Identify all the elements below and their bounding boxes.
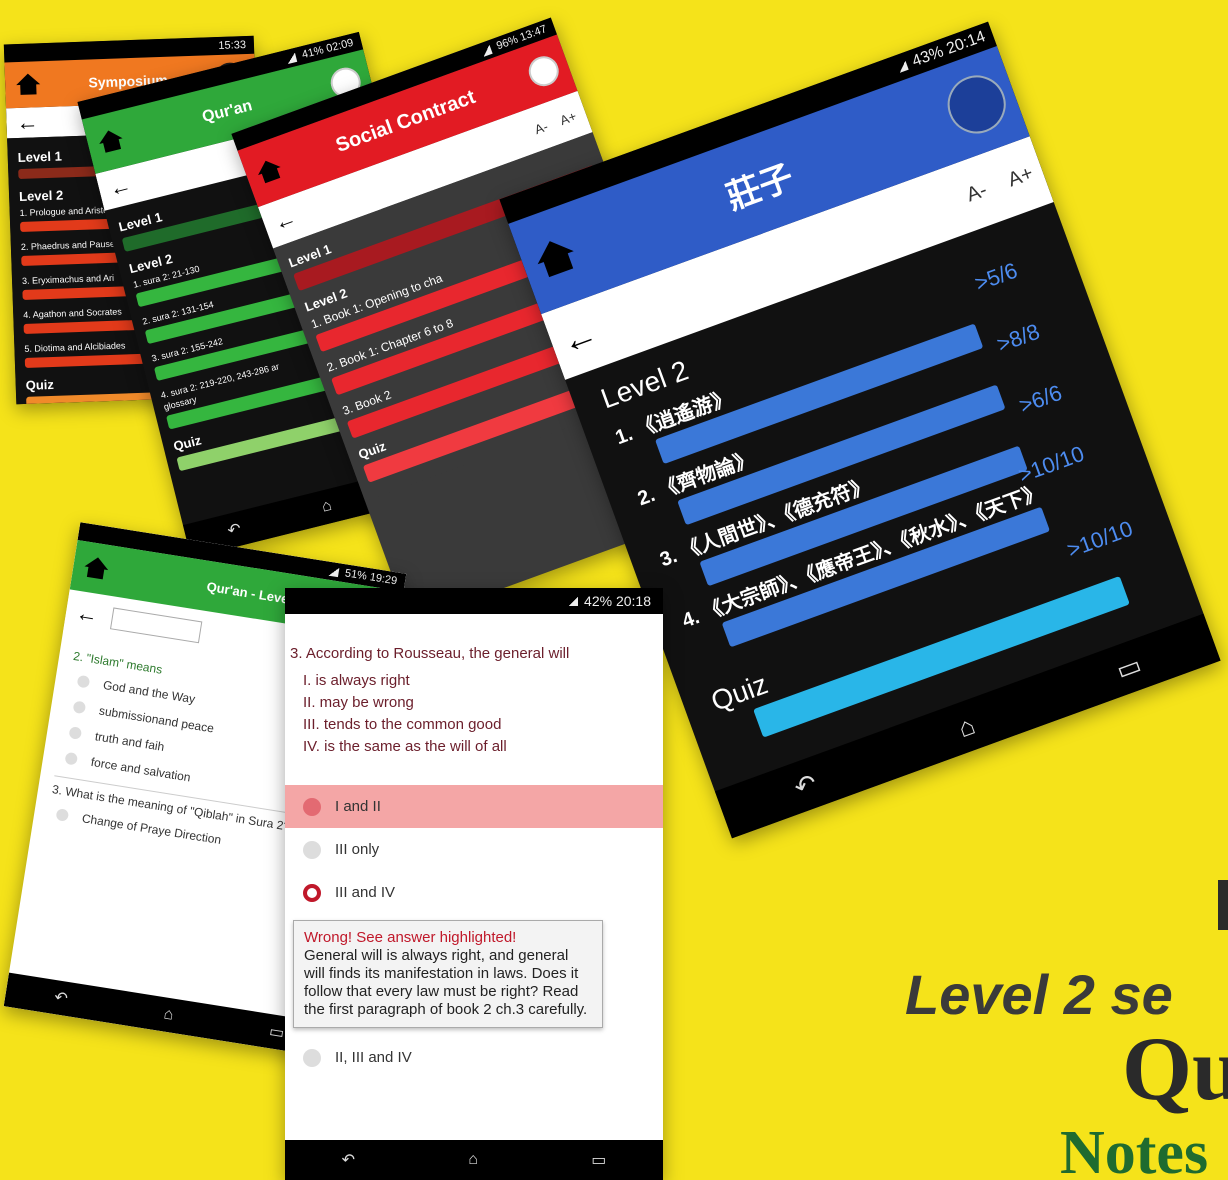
statement: I. is always right: [303, 672, 410, 690]
back-arrow-icon[interactable]: ←: [16, 109, 39, 135]
recents-nav-icon[interactable]: ▭: [1112, 649, 1146, 687]
back-arrow-icon[interactable]: ←: [555, 311, 603, 362]
recents-nav-icon[interactable]: ▭: [268, 1021, 286, 1043]
home-icon[interactable]: [96, 127, 127, 155]
signal-icon: [896, 60, 909, 73]
answer-option[interactable]: III only: [285, 828, 663, 871]
feedback-body: General will is always right, and genera…: [304, 947, 588, 1019]
feedback-heading: Wrong! See answer highlighted!: [304, 929, 517, 947]
back-nav-icon[interactable]: ↶: [225, 519, 243, 542]
home-icon[interactable]: [15, 73, 42, 96]
option-label: II, III and IV: [335, 1049, 412, 1067]
statement: III. tends to the common good: [303, 715, 502, 733]
option-label: III and IV: [335, 884, 396, 902]
font-size-controls: A- A+: [964, 162, 1037, 207]
slogan-fragment: [1218, 880, 1228, 930]
radio-icon[interactable]: [68, 726, 83, 740]
slogan-line2: Qu: [1122, 1020, 1228, 1119]
radio-icon[interactable]: [303, 797, 321, 816]
answer-option[interactable]: II, III and IV: [285, 1036, 663, 1079]
option-label: God and the Way: [102, 677, 197, 707]
question-text: 3. According to Rousseau, the general wi…: [290, 645, 570, 662]
signal-icon: [328, 566, 340, 577]
home-nav-icon[interactable]: ⌂: [954, 709, 979, 744]
back-nav-icon[interactable]: ↶: [342, 1150, 355, 1170]
font-size-controls: A- A+: [532, 108, 578, 137]
signal-icon: [568, 596, 579, 606]
nav-bar: ↶ ⌂ ▭: [285, 1140, 663, 1180]
radio-icon[interactable]: [55, 808, 70, 822]
font-increase-button[interactable]: A+: [558, 108, 578, 128]
signal-icon: [480, 44, 493, 57]
slogan-line3: Notes: [1060, 1119, 1209, 1180]
recents-nav-icon[interactable]: ▭: [591, 1150, 606, 1170]
back-nav-icon[interactable]: ↶: [53, 987, 69, 1009]
home-nav-icon[interactable]: ⌂: [468, 1151, 478, 1169]
option-label: truth and faih: [93, 729, 166, 755]
status-text: 15:33: [218, 39, 247, 52]
phone-social-contract-quiz: 42% 20:18 3. According to Rousseau, the …: [285, 588, 663, 1180]
radio-icon[interactable]: [303, 840, 321, 859]
home-nav-icon[interactable]: ⌂: [162, 1005, 174, 1024]
radio-icon[interactable]: [76, 674, 91, 689]
back-arrow-icon[interactable]: ←: [270, 205, 299, 236]
radio-selected-icon[interactable]: [303, 883, 321, 902]
search-input[interactable]: [109, 607, 203, 644]
feedback-popup: Wrong! See answer highlighted! General w…: [293, 920, 603, 1029]
option-label: I and II: [335, 798, 381, 816]
font-decrease-button[interactable]: A-: [964, 178, 991, 206]
status-text: 42% 20:18: [584, 593, 651, 609]
home-icon[interactable]: [82, 555, 111, 581]
back-arrow-icon[interactable]: ←: [74, 600, 100, 628]
signal-icon: [285, 52, 298, 64]
status-bar: 42% 20:18: [285, 588, 663, 614]
radio-icon[interactable]: [303, 1048, 321, 1067]
option-label: force and salvation: [89, 754, 192, 785]
option-label: submissionand peace: [98, 703, 215, 736]
font-decrease-button[interactable]: A-: [532, 118, 549, 137]
back-arrow-icon[interactable]: ←: [107, 172, 134, 202]
option-label: III only: [335, 841, 380, 859]
back-nav-icon[interactable]: ↶: [790, 767, 821, 804]
answer-option-selected[interactable]: III and IV: [285, 871, 663, 914]
statement: IV. is the same as the will of all: [303, 737, 507, 755]
radio-icon[interactable]: [64, 751, 79, 766]
home-nav-icon[interactable]: ⌂: [320, 497, 334, 517]
radio-icon[interactable]: [72, 700, 87, 715]
statement: II. may be wrong: [303, 694, 414, 711]
font-increase-button[interactable]: A+: [1005, 162, 1036, 192]
answer-option-correct[interactable]: I and II: [285, 785, 663, 829]
